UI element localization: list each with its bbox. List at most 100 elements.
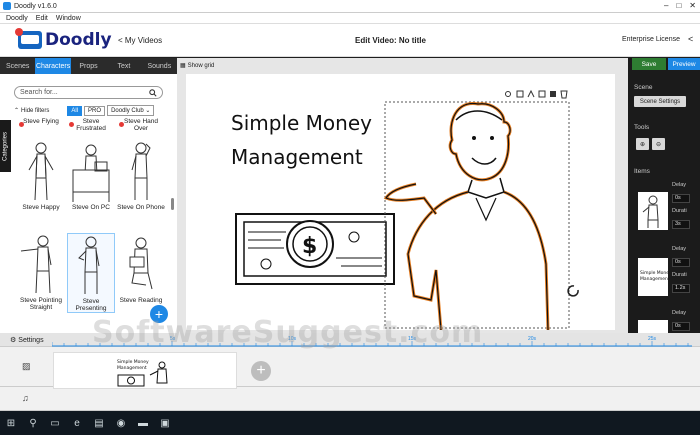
steve-presenting-illustration — [78, 236, 100, 294]
scene-settings-button[interactable]: Scene Settings — [634, 96, 686, 107]
item-thumbnail[interactable]: Simple MoneyManagement — [638, 258, 672, 296]
item-delay-label: Delay — [672, 182, 687, 188]
item-duration-label: Durati — [672, 272, 687, 278]
properties-panel: Save Preview Scene Scene Settings Tools … — [628, 58, 700, 333]
tab-scenes[interactable]: Scenes — [0, 58, 35, 74]
tab-props[interactable]: Props — [71, 58, 106, 74]
scene-artwork: Simple Money Management $ — [231, 89, 579, 331]
show-grid-toggle[interactable]: ▦ Show grid — [180, 62, 215, 70]
item-thumbnail[interactable] — [638, 320, 668, 333]
app-header: Doodly < My Videos Edit Video: No title … — [0, 24, 700, 57]
character-item[interactable]: Steve On PC — [67, 140, 115, 211]
timeline-settings-button[interactable]: ⚙ Settings — [10, 336, 44, 345]
search-input[interactable]: Search for... — [14, 86, 163, 99]
menu-doodly[interactable]: Doodly — [6, 15, 28, 22]
file-explorer-icon[interactable]: ▤ — [88, 411, 110, 435]
item-delay-field[interactable]: 0s — [672, 194, 690, 203]
menu-bar: Doodly Edit Window — [0, 13, 700, 24]
zoom-in-icon[interactable]: ⊕ — [636, 138, 649, 150]
character-item[interactable]: Steve On Phone — [117, 140, 165, 211]
grid-icon: ▦ — [180, 63, 186, 69]
pro-badge-icon — [69, 122, 74, 127]
object-toolbar — [505, 89, 568, 99]
character-label: Steve On PC — [72, 204, 110, 211]
character-label: Steve Pointing Straight — [20, 297, 62, 311]
windows-start-icon[interactable]: ⊞ — [0, 411, 22, 435]
search-icon[interactable] — [149, 88, 157, 97]
zoom-out-icon[interactable]: ⊖ — [652, 138, 665, 150]
character-item[interactable]: Steve Happy — [17, 140, 65, 211]
dollar-bill-illustration[interactable]: $ — [235, 213, 395, 285]
scene-clip[interactable]: Simple Money Management — [53, 352, 237, 389]
my-videos-link[interactable]: < My Videos — [118, 36, 162, 45]
steve-pointing-illustration — [20, 235, 52, 294]
task-view-icon[interactable]: ▭ — [44, 411, 66, 435]
menu-edit[interactable]: Edit — [36, 15, 48, 22]
character-label: Steve Happy — [22, 204, 60, 211]
tools-section-label: Tools — [634, 124, 650, 131]
pro-badge-icon — [119, 122, 124, 127]
item-duration-field[interactable]: 3s — [672, 220, 690, 229]
doodly-taskbar-icon[interactable]: ▣ — [154, 411, 176, 435]
front-icon[interactable] — [538, 90, 546, 98]
chrome-icon[interactable]: ◉ — [110, 411, 132, 435]
steve-on-pc-illustration — [72, 144, 110, 202]
scene-text-line2[interactable]: Management — [231, 145, 363, 169]
item-delay-field[interactable]: 0s — [672, 258, 690, 267]
character-item[interactable]: Steve Hand Over — [117, 113, 165, 132]
flip-icon[interactable] — [527, 89, 535, 98]
character-label: Steve Hand Over — [124, 118, 158, 132]
item-delay-label: Delay — [672, 246, 687, 252]
item-duration-label: Durati — [672, 208, 687, 214]
close-button[interactable]: ✕ — [689, 1, 696, 10]
save-button[interactable]: Save — [632, 58, 666, 70]
timeline-audio-track: ♫ — [0, 387, 700, 411]
ruler-tick-label: 25s — [648, 336, 657, 342]
character-label: Steve Reading — [119, 297, 163, 304]
scene-section-label: Scene — [634, 84, 653, 91]
item-duration-field[interactable]: 1.2s — [672, 284, 690, 293]
character-item[interactable]: Steve Frustrated — [67, 113, 115, 132]
rotate-handle-icon[interactable] — [567, 285, 579, 297]
search-icon[interactable]: ⚲ — [22, 411, 44, 435]
collapse-panel-button[interactable]: < — [688, 34, 693, 44]
edge-browser-icon[interactable]: e — [66, 411, 88, 435]
asset-tabs: Scenes Characters Props Text Sounds — [0, 58, 177, 74]
tab-characters[interactable]: Characters — [35, 58, 71, 74]
tab-sounds[interactable]: Sounds — [142, 58, 177, 74]
back-icon[interactable] — [550, 91, 556, 97]
license-label: Enterprise License — [622, 36, 680, 43]
item-delay-field[interactable]: 0s — [672, 322, 690, 331]
character-item-selected[interactable]: Steve Presenting — [67, 233, 115, 313]
add-scene-button[interactable]: + — [251, 361, 271, 381]
delete-icon[interactable] — [560, 90, 568, 99]
folder-icon[interactable]: ▬ — [132, 411, 154, 435]
doodly-logo[interactable]: Doodly — [15, 28, 112, 50]
clip-text-line1: Simple Money — [117, 359, 149, 365]
item-thumbnail[interactable] — [638, 192, 668, 230]
scene-text-line1[interactable]: Simple Money — [231, 111, 372, 135]
tab-text[interactable]: Text — [106, 58, 141, 74]
steve-on-phone-illustration — [131, 142, 151, 200]
character-item[interactable]: Steve Reading — [117, 233, 165, 304]
app-icon — [3, 2, 11, 10]
preview-button[interactable]: Preview — [668, 58, 700, 70]
items-section-label: Items — [634, 168, 650, 175]
show-grid-label: Show grid — [187, 62, 215, 69]
categories-tab[interactable]: Categories — [0, 120, 11, 172]
gear-icon[interactable] — [505, 91, 511, 97]
watermark: SoftwareSuggest.com — [92, 315, 484, 350]
character-label: Steve Flying — [23, 118, 59, 125]
character-label: Steve On Phone — [117, 204, 165, 211]
timeline-settings-label: Settings — [18, 336, 44, 344]
character-item[interactable]: Steve Flying — [17, 113, 65, 127]
minimize-button[interactable]: – — [664, 1, 668, 10]
character-item[interactable]: Steve Pointing Straight — [17, 233, 65, 311]
copy-icon[interactable] — [516, 90, 524, 98]
presenter-character-illustration[interactable] — [383, 101, 570, 331]
character-grid: Steve Flying Steve Frustrated Steve Hand… — [14, 113, 172, 333]
thumb-text-line2: Management — [640, 276, 668, 282]
scene-canvas[interactable]: Simple Money Management $ — [186, 74, 615, 331]
menu-window[interactable]: Window — [56, 15, 81, 22]
maximize-button[interactable]: □ — [676, 1, 681, 10]
